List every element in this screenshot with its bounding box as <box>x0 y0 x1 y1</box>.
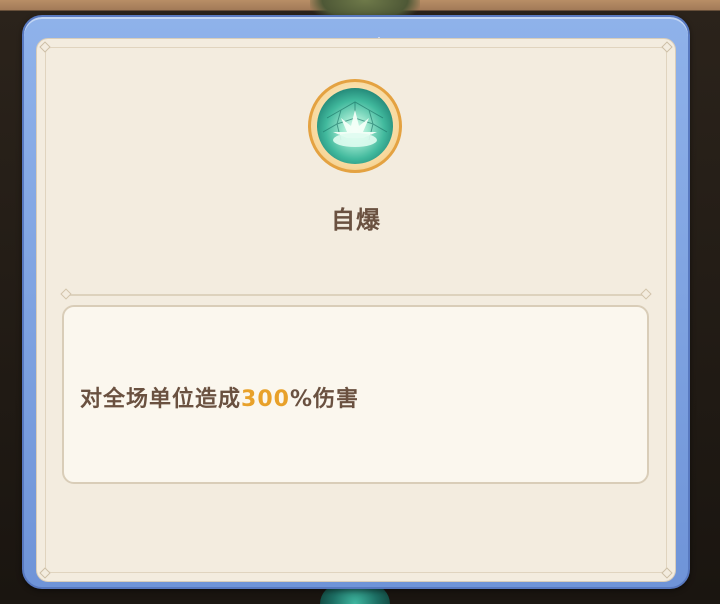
explosion-icon <box>308 79 402 173</box>
description-prefix: 对全场单位造成 <box>80 387 242 412</box>
skill-description-box: 对全场单位造成300%伤害 <box>62 305 649 484</box>
skill-description: 对全场单位造成300%伤害 <box>80 381 359 413</box>
burst-icon <box>322 101 388 147</box>
corner-ornament <box>661 41 673 53</box>
damage-value: 300 <box>241 387 290 412</box>
section-divider <box>60 288 652 300</box>
skill-icon-core <box>317 88 393 164</box>
corner-ornament <box>39 41 51 53</box>
corner-ornament <box>39 567 51 579</box>
skill-name: 自爆 <box>331 206 381 234</box>
description-suffix: %伤害 <box>289 387 359 412</box>
corner-ornament <box>661 567 673 579</box>
